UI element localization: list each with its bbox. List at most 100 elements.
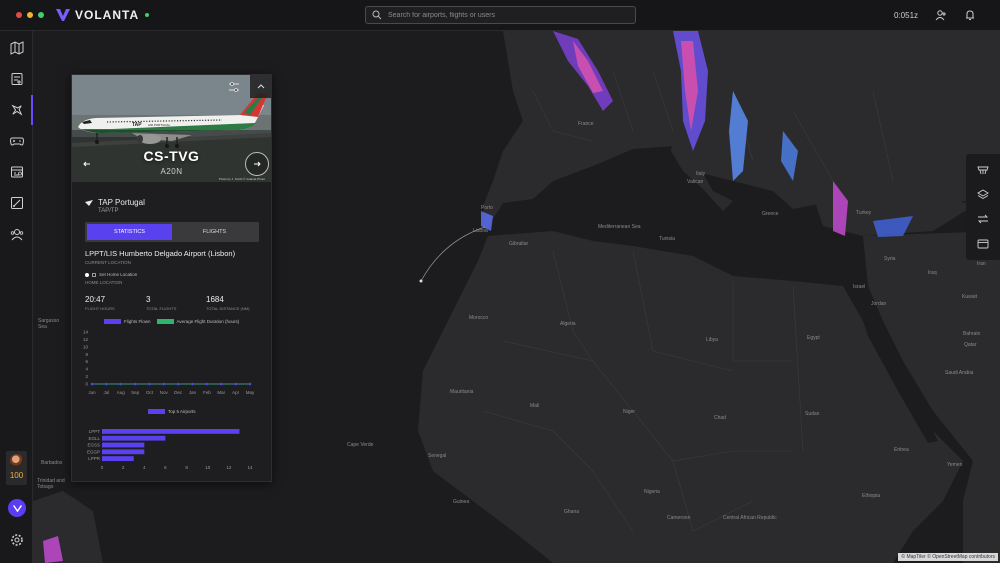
bar	[102, 456, 134, 461]
x-tick-label: 14	[247, 465, 253, 470]
sidebar-item-logbook[interactable]	[8, 163, 25, 180]
stat-flight-hours: 20:47 Flight Hours	[85, 295, 115, 311]
data-point	[205, 382, 209, 386]
volanta-premium-button[interactable]	[8, 499, 26, 517]
weather-icon[interactable]	[977, 164, 989, 176]
data-point	[176, 382, 180, 386]
sidebar-item-community[interactable]	[8, 225, 25, 242]
monthly-chart-legend: Flights Flown Average Flight Duration (h…	[104, 319, 239, 324]
map-label-mali: Mali	[530, 403, 540, 409]
sidebar-item-map[interactable]	[8, 39, 25, 56]
set-home-location[interactable]: Set Home Location	[85, 272, 137, 277]
map-label-morocco: Morocco	[469, 315, 489, 321]
user-profile[interactable]: 100	[6, 451, 27, 485]
y-category-label: EGSS	[87, 443, 100, 448]
current-location-label: Current Location	[85, 260, 131, 265]
stat-total-distance: 1684 Total Distance (NM)	[206, 295, 249, 311]
map-label-car: Central African Republic	[723, 515, 777, 521]
search-input[interactable]	[388, 11, 635, 19]
sidebar-item-aircraft[interactable]	[8, 101, 25, 118]
data-point	[234, 382, 237, 386]
filter-sliders-icon[interactable]	[227, 80, 241, 94]
map-label-vatican: Vatican	[687, 179, 704, 185]
sidebar-item-simulator[interactable]	[8, 132, 25, 149]
sidebar-item-flight-plan[interactable]	[8, 70, 25, 87]
previous-photo-button[interactable]	[83, 159, 91, 169]
legend-swatch-duration	[156, 319, 174, 324]
home-location-label: Home Location	[85, 280, 123, 285]
map-label-cape-verde: Cape Verde	[347, 442, 374, 448]
map-label-ghana: Ghana	[564, 509, 580, 515]
arrow-left-icon	[83, 161, 90, 167]
airline-info: TAP Portugal TAP/TP	[85, 198, 145, 214]
search-icon	[372, 10, 382, 20]
map-label-lisboa: Lisboa	[473, 228, 488, 234]
monthly-flights-chart: 0 2 4 6 8 10 12 14 Jun Jul Aug Sep Oct Nov Dec Jan Feb Ma…	[83, 330, 255, 396]
bar	[102, 449, 145, 455]
airline-name: TAP Portugal	[98, 198, 145, 207]
x-tick-label: May	[246, 390, 255, 395]
community-icon	[10, 228, 23, 240]
home-edit-icon	[92, 272, 96, 277]
window-controls	[16, 12, 44, 18]
map-label-cameroon: Cameroon	[667, 515, 691, 521]
sidebar-item-settings[interactable]	[8, 531, 25, 548]
map-label-iran: Iran	[977, 261, 986, 267]
x-tick-label: 4	[143, 465, 146, 470]
map-label-greece: Greece	[762, 211, 779, 217]
next-photo-button[interactable]	[245, 152, 269, 176]
legend-swatch-flights	[104, 319, 121, 324]
tab-statistics[interactable]: Statistics	[87, 224, 172, 240]
panel-tabs: Statistics Flights	[85, 222, 259, 242]
x-tick-label: Dec	[174, 390, 183, 395]
map-label-jordan: Jordan	[871, 301, 887, 307]
stat-label: Flight Hours	[85, 306, 115, 311]
data-point	[119, 382, 123, 386]
stat-value: 1684	[206, 295, 224, 304]
map-label-algeria: Algeria	[560, 321, 576, 327]
x-tick-label: Apr	[232, 390, 240, 395]
map-label-sargasso: Sargasso Sea	[38, 318, 60, 330]
brand[interactable]: VOLANTA	[56, 8, 150, 22]
map-label-guinea: Guinea	[453, 499, 470, 505]
x-tick-label: 0	[101, 465, 104, 470]
x-tick-label: 2	[122, 465, 125, 470]
stat-total-flights: 3 Total Flights	[146, 295, 176, 311]
y-tick-label: 14	[83, 330, 89, 335]
volanta-v-icon	[12, 504, 22, 512]
collapse-panel-button[interactable]	[250, 75, 271, 98]
top-airports-chart: LPPT EGLL EGSSEGGP LPPR0 2 4 6 8 10 12 14	[87, 429, 253, 470]
aircraft-photo: TAP AIR PORTUGAL CS-TVG A20N Photo by J.…	[72, 75, 271, 182]
map-label-niger: Niger	[623, 409, 635, 415]
sidebar-item-routes[interactable]	[8, 194, 25, 211]
routes-icon[interactable]	[977, 213, 989, 225]
close-window-dot[interactable]	[16, 12, 22, 18]
maximize-window-dot[interactable]	[38, 12, 44, 18]
bar	[102, 435, 166, 441]
y-tick-label: 0	[85, 382, 88, 387]
map-label-saudi: Saudi Arabia	[945, 370, 974, 376]
map-label-france: France	[578, 121, 594, 127]
tab-flights[interactable]: Flights	[172, 224, 257, 240]
airplane-icon	[10, 104, 22, 116]
current-location[interactable]: LPPT/LIS Humberto Delgado Airport (Lisbo…	[85, 249, 235, 258]
window-icon[interactable]	[977, 238, 989, 250]
bell-icon[interactable]	[964, 9, 976, 21]
minimize-window-dot[interactable]	[27, 12, 33, 18]
data-point	[105, 382, 108, 386]
search-box[interactable]	[365, 6, 636, 24]
map-attribution[interactable]: © MapTiler © OpenStreetMap contributors	[898, 553, 998, 561]
map-label-israel: Israel	[853, 284, 866, 290]
layers-icon[interactable]	[977, 189, 989, 201]
y-tick-label: 2	[85, 374, 88, 379]
bar	[102, 442, 145, 448]
x-tick-label: Jun	[88, 390, 96, 395]
user-friends-icon[interactable]	[935, 9, 947, 21]
data-point	[90, 382, 94, 386]
map-label-mediterranean: Mediterranean Sea	[598, 224, 641, 230]
x-tick-label: Jan	[189, 390, 197, 395]
map-label-porto: Porto	[481, 205, 493, 211]
photo-credit: Photo by J. Smith © Volanta Photo	[218, 177, 265, 181]
x-tick-label: Sep	[131, 390, 140, 395]
map-label-mauritania: Mauritania	[450, 389, 474, 395]
